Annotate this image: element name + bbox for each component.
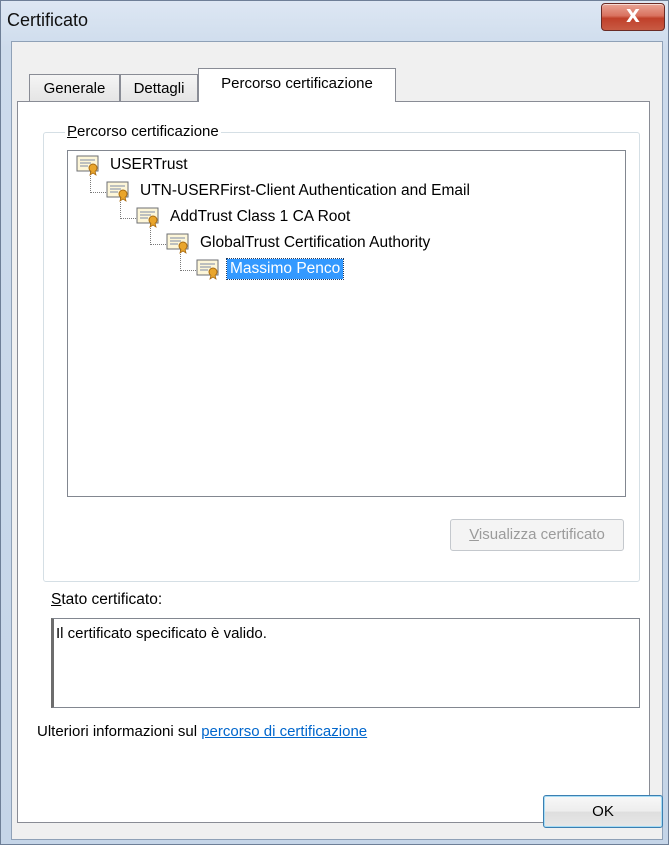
certificate-icon bbox=[106, 180, 132, 202]
tab-label: Dettagli bbox=[133, 80, 185, 97]
tab-label: Percorso certificazione bbox=[221, 75, 373, 92]
close-button[interactable]: X bbox=[601, 3, 665, 31]
certificate-status-text[interactable]: Il certificato specificato è valido. bbox=[51, 618, 640, 708]
certificate-icon bbox=[196, 258, 222, 280]
tree-node-utn-userfirst[interactable]: UTN-USERFirst-Client Authentication and … bbox=[106, 180, 473, 202]
window-title: Certificato bbox=[7, 10, 89, 30]
tree-node-label: AddTrust Class 1 CA Root bbox=[170, 208, 351, 225]
certification-path-help-link[interactable]: percorso di certificazione bbox=[201, 723, 367, 740]
tree-node-usertrust[interactable]: USERTrust bbox=[76, 154, 191, 176]
certification-path-tree[interactable]: USERTrust UTN-USERFirst-Client Authentic… bbox=[67, 150, 626, 497]
tree-node-label: USERTrust bbox=[110, 156, 188, 173]
certificate-status-label: Stato certificato: bbox=[51, 591, 163, 608]
ok-button[interactable]: OK bbox=[543, 795, 663, 828]
tab-percorso-certificazione[interactable]: Percorso certificazione bbox=[198, 68, 396, 102]
tab-dettagli[interactable]: Dettagli bbox=[120, 74, 198, 102]
certificate-icon bbox=[166, 232, 192, 254]
certificate-dialog: Certificato X Generale Dettagli Percorso… bbox=[0, 0, 669, 845]
tree-node-globaltrust[interactable]: GlobalTrust Certification Authority bbox=[166, 232, 433, 254]
certificate-icon bbox=[136, 206, 162, 228]
certificate-icon bbox=[76, 154, 102, 176]
ok-button-label: OK bbox=[592, 803, 614, 820]
more-info-text: Ulteriori informazioni sul percorso di c… bbox=[37, 723, 368, 740]
tree-node-label-selected: Massimo Penco bbox=[225, 258, 345, 280]
title-bar[interactable]: Certificato X bbox=[1, 1, 669, 41]
tree-node-label: GlobalTrust Certification Authority bbox=[200, 234, 431, 251]
close-icon: X bbox=[626, 6, 640, 27]
view-certificate-button[interactable]: Visualizza certificato bbox=[450, 519, 624, 551]
tree-node-label: UTN-USERFirst-Client Authentication and … bbox=[140, 182, 470, 199]
status-text: Il certificato specificato è valido. bbox=[56, 625, 267, 642]
tab-generale[interactable]: Generale bbox=[29, 74, 120, 102]
tab-label: Generale bbox=[43, 80, 106, 97]
tree-node-addtrust[interactable]: AddTrust Class 1 CA Root bbox=[136, 206, 353, 228]
tree-node-massimo-penco[interactable]: Massimo Penco bbox=[196, 258, 345, 280]
certification-path-label: Percorso certificazione bbox=[65, 123, 221, 140]
